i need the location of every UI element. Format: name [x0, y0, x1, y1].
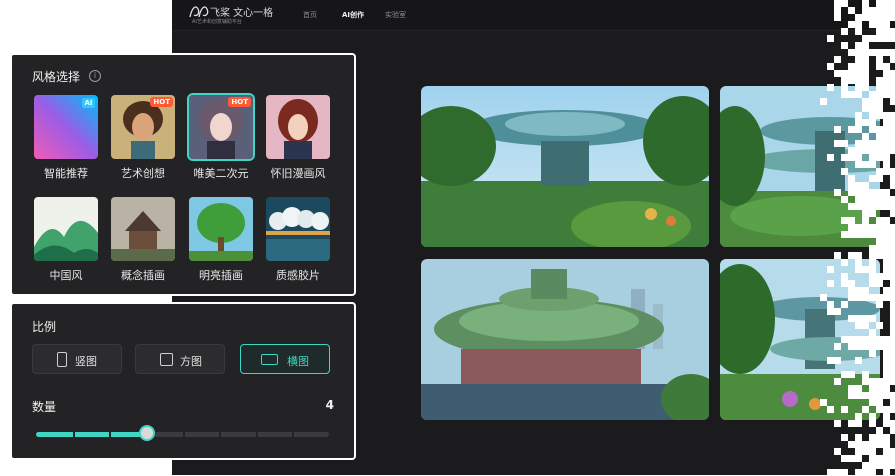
ratio-square-button[interactable]: 方图 — [135, 344, 225, 374]
square-ratio-icon — [160, 353, 173, 366]
style-label: 质感胶片 — [276, 269, 320, 282]
slider-tick — [219, 432, 222, 437]
style-card-concept[interactable]: 概念插画 — [109, 195, 177, 291]
style-thumb-concept — [109, 195, 177, 263]
quantity-value: 4 — [325, 398, 334, 412]
slider-tick — [182, 432, 185, 437]
slider-tick — [72, 432, 75, 437]
slider-fill — [36, 432, 148, 437]
style-thumb-bright — [187, 195, 255, 263]
style-label: 智能推荐 — [44, 167, 88, 180]
logo[interactable]: 飞桨 文心一格 AI艺术和创意辅助平台 — [188, 3, 288, 27]
ratio-panel: 比例 竖图 方图 横图 数量 4 — [10, 302, 356, 460]
logo-subtitle: AI艺术和创意辅助平台 — [192, 19, 242, 25]
generated-image-3[interactable] — [421, 259, 709, 420]
style-card-art[interactable]: HOT 艺术创想 — [109, 93, 177, 189]
style-panel-title: 风格选择 — [32, 70, 81, 84]
ratio-label: 竖图 — [75, 355, 97, 368]
hot-badge: HOT — [228, 97, 251, 107]
nav-lab[interactable]: 实验室 — [385, 10, 406, 20]
concept-house-icon — [111, 197, 175, 261]
style-card-retro-comic[interactable]: 怀旧漫画风 — [264, 93, 332, 189]
landscape-ratio-icon — [261, 354, 278, 365]
chinese-landscape-icon — [34, 197, 98, 261]
comic-portrait-icon — [266, 95, 330, 159]
bright-tree-icon — [189, 197, 253, 261]
style-label: 唯美二次元 — [193, 167, 249, 180]
style-thumb-art: HOT — [109, 93, 177, 161]
style-card-bright[interactable]: 明亮插画 — [187, 195, 255, 291]
slider-tick — [255, 432, 258, 437]
style-label: 艺术创想 — [121, 167, 165, 180]
film-clouds-icon — [266, 197, 330, 261]
style-thumb-smart: AI — [32, 93, 100, 161]
logo-mark-icon — [189, 6, 209, 18]
ratio-label: 方图 — [180, 355, 202, 368]
style-thumb-anime: HOT — [187, 93, 255, 161]
generated-image-4[interactable] — [720, 259, 880, 420]
style-thumb-retro-comic — [264, 93, 332, 161]
style-label: 怀旧漫画风 — [270, 167, 326, 180]
style-thumb-chinese — [32, 195, 100, 263]
ratio-portrait-button[interactable]: 竖图 — [32, 344, 122, 374]
slider-thumb[interactable] — [139, 425, 156, 441]
ratio-label: 横图 — [287, 355, 309, 368]
logo-text: 飞桨 文心一格 — [210, 8, 274, 19]
style-card-smart[interactable]: AI 智能推荐 — [32, 93, 100, 189]
style-label: 明亮插画 — [199, 269, 243, 282]
style-card-film[interactable]: 质感胶片 — [264, 195, 332, 291]
ai-badge: AI — [82, 98, 95, 108]
nav-home[interactable]: 首页 — [303, 10, 317, 20]
slider-tick — [109, 432, 112, 437]
style-label: 概念插画 — [121, 269, 165, 282]
ratio-landscape-button[interactable]: 横图 — [240, 344, 330, 374]
nav-ai-create[interactable]: AI创作 — [342, 10, 364, 20]
info-icon[interactable]: i — [89, 70, 101, 82]
style-label: 中国风 — [49, 269, 83, 282]
ratio-title: 比例 — [32, 320, 57, 334]
generated-image-2[interactable] — [720, 86, 880, 247]
style-card-anime[interactable]: HOT 唯美二次元 — [187, 93, 255, 189]
quantity-label: 数量 — [32, 400, 57, 414]
style-selection-panel: 风格选择 i AI 智能推荐 HOT 艺术创想 HOT 唯美二次元 怀旧漫画风 … — [10, 53, 356, 296]
slider-tick — [292, 432, 295, 437]
generated-image-1[interactable] — [421, 86, 709, 247]
app-header: 飞桨 文心一格 AI艺术和创意辅助平台 首页 AI创作 实验室 — [172, 0, 895, 31]
style-thumb-film — [264, 195, 332, 263]
quantity-slider[interactable] — [36, 425, 329, 441]
style-card-chinese[interactable]: 中国风 — [32, 195, 100, 291]
portrait-ratio-icon — [57, 352, 67, 367]
hot-badge: HOT — [150, 97, 173, 107]
